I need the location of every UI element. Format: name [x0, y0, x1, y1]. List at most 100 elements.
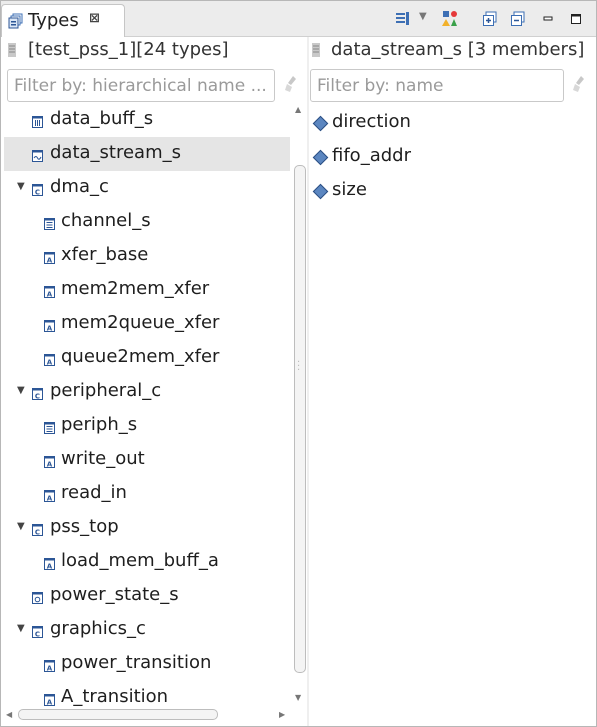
action-icon: A [44, 351, 55, 367]
tree-item[interactable]: Amem2queue_xfer [4, 307, 290, 341]
tree-item[interactable]: Axfer_base [4, 239, 290, 273]
action-icon: A [44, 691, 55, 706]
action-icon: A [44, 657, 55, 673]
member-label: size [332, 179, 367, 200]
struct-icon [44, 419, 55, 434]
tree-item[interactable]: data_buff_s [4, 103, 290, 137]
action-icon: A [44, 283, 55, 299]
types-view: Types ⊠ ▼ [test_pss_1][24 types] Filter … [0, 0, 597, 727]
types-filter-input[interactable] [8, 70, 274, 101]
view-title-bar: Types ⊠ ▼ [1, 1, 596, 37]
types-tab[interactable]: Types ⊠ [1, 4, 125, 37]
tree-item-label: load_mem_buff_a [61, 550, 219, 571]
svg-text:A: A [47, 257, 53, 265]
component-icon: C [32, 181, 43, 197]
expand-toggle-icon[interactable]: ▼ [17, 623, 25, 634]
scroll-left-icon[interactable]: ◀ [6, 710, 12, 719]
svg-text:A: A [47, 291, 53, 299]
tree-item-label: power_transition [61, 652, 212, 673]
svg-text:C: C [35, 529, 40, 537]
member-item[interactable]: fifo_addr [312, 140, 594, 174]
layout-icon[interactable] [393, 10, 411, 28]
sash-grip-icon[interactable]: · · · [297, 358, 300, 376]
close-tab-icon[interactable]: ⊠ [89, 11, 100, 26]
expand-toggle-icon[interactable]: ▼ [17, 385, 25, 396]
member-item[interactable]: size [312, 174, 594, 208]
svg-text:C: C [35, 189, 40, 197]
scroll-down-icon[interactable]: ▼ [295, 693, 301, 702]
collapse-all-icon[interactable] [509, 10, 527, 28]
tree-item[interactable]: A A_transition [4, 681, 290, 706]
clear-filter-icon[interactable] [572, 75, 588, 93]
svg-text:C: C [35, 393, 40, 401]
field-diamond-icon [312, 183, 329, 200]
svg-text:A: A [47, 325, 53, 333]
tab-title: Types [28, 10, 79, 31]
stream-icon [32, 147, 43, 162]
component-icon: C [32, 521, 43, 537]
expand-toggle-icon[interactable]: ▼ [17, 521, 25, 532]
action-icon: A [44, 555, 55, 571]
tree-item-label: data_buff_s [50, 108, 154, 129]
component-icon: C [32, 623, 43, 639]
tree-item[interactable]: Aread_in [4, 477, 290, 511]
expand-toggle-icon[interactable]: ▼ [17, 181, 25, 192]
types-horizontal-scrollbar[interactable]: ◀ ▶ [4, 707, 290, 721]
component-icon: C [32, 385, 43, 401]
vertical-scroll-thumb[interactable] [294, 165, 306, 673]
members-filter-input[interactable] [311, 70, 563, 101]
member-label: fifo_addr [332, 145, 411, 166]
svg-text:A: A [47, 359, 53, 367]
types-tree: data_buff_s data_stream_s ▼ Cdma_c channel_s… [4, 103, 290, 706]
tree-item[interactable]: Awrite_out [4, 443, 290, 477]
field-diamond-icon [312, 149, 329, 166]
tree-item[interactable]: ▼ Cpss_top [4, 511, 290, 545]
types-vertical-scrollbar[interactable]: ▲ ▼ [292, 103, 306, 706]
horizontal-scroll-thumb[interactable] [18, 709, 218, 720]
action-icon: A [44, 249, 55, 265]
field-diamond-icon [312, 115, 329, 132]
action-icon: A [44, 453, 55, 469]
members-filter-field[interactable] [310, 69, 564, 102]
scroll-up-icon[interactable]: ▲ [295, 105, 301, 114]
svg-text:A: A [47, 665, 53, 673]
tree-item-label: pss_top [50, 516, 119, 537]
pane-divider[interactable] [307, 37, 309, 726]
expand-all-icon[interactable] [481, 10, 499, 28]
clear-filter-icon[interactable] [284, 75, 300, 93]
minimize-icon[interactable] [539, 10, 557, 28]
tree-item-label: xfer_base [61, 244, 149, 265]
tree-item-label: peripheral_c [50, 380, 162, 401]
dropdown-arrow-icon[interactable]: ▼ [419, 11, 427, 22]
tree-item[interactable]: ▼ Cperipheral_c [4, 375, 290, 409]
tree-item-label: mem2mem_xfer [61, 278, 210, 299]
tree-item[interactable]: data_stream_s [4, 137, 290, 171]
svg-text:A: A [47, 461, 53, 469]
tree-item[interactable]: Apower_transition [4, 647, 290, 681]
tree-item[interactable]: channel_s [4, 205, 290, 239]
state-icon [32, 589, 43, 604]
member-label: direction [332, 111, 411, 132]
tree-item[interactable]: ▼ Cgraphics_c [4, 613, 290, 647]
svg-text:A: A [47, 495, 53, 503]
tree-item-label: channel_s [61, 210, 151, 231]
tree-item[interactable]: Aload_mem_buff_a [4, 545, 290, 579]
tree-item[interactable]: periph_s [4, 409, 290, 443]
svg-text:A: A [47, 563, 53, 571]
member-item[interactable]: direction [312, 106, 594, 140]
types-filter-field[interactable] [7, 69, 275, 102]
tree-item[interactable]: power_state_s [4, 579, 290, 613]
shapes-icon[interactable] [441, 10, 459, 28]
tree-item-label: queue2mem_xfer [61, 346, 220, 367]
pane-grip-icon [312, 43, 320, 57]
svg-text:A: A [47, 699, 53, 707]
struct-icon [44, 215, 55, 230]
maximize-icon[interactable] [567, 10, 585, 28]
tree-item-label: read_in [61, 482, 127, 503]
buffer-icon [32, 113, 43, 128]
svg-text:C: C [35, 631, 40, 639]
tree-item[interactable]: ▼ Cdma_c [4, 171, 290, 205]
scroll-right-icon[interactable]: ▶ [279, 710, 285, 719]
tree-item[interactable]: Amem2mem_xfer [4, 273, 290, 307]
tree-item[interactable]: Aqueue2mem_xfer [4, 341, 290, 375]
